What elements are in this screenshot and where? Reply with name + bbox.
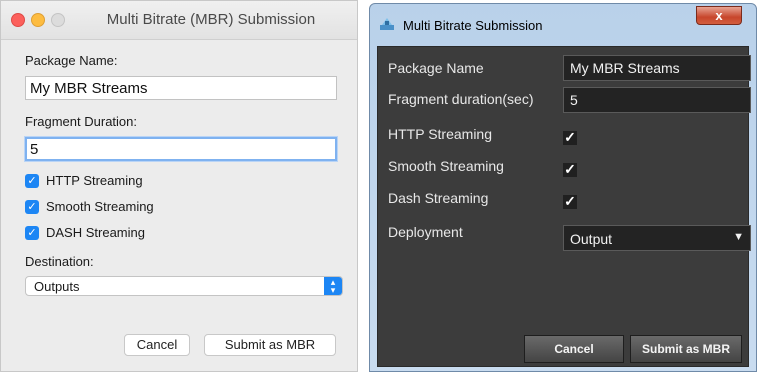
cancel-button[interactable]: Cancel xyxy=(524,335,624,363)
app-icon xyxy=(380,18,394,30)
http-streaming-label: HTTP Streaming xyxy=(388,126,492,142)
window-title: Multi Bitrate Submission xyxy=(403,18,543,33)
fragment-duration-input[interactable]: 5 xyxy=(563,87,751,113)
package-name-label: Package Name xyxy=(388,60,484,76)
chevron-down-icon: ▼ xyxy=(733,231,744,243)
destination-selected-value: Outputs xyxy=(34,279,80,294)
deployment-label: Deployment xyxy=(388,224,463,240)
checkbox-label: HTTP Streaming xyxy=(46,173,143,188)
window-title: Multi Bitrate (MBR) Submission xyxy=(106,11,316,28)
destination-select[interactable]: Outputs ▴ ▾ xyxy=(25,276,343,296)
fragment-duration-label: Fragment Duration: xyxy=(25,114,137,129)
http-streaming-checkbox[interactable]: ✓ xyxy=(563,130,577,145)
cancel-button[interactable]: Cancel xyxy=(124,334,190,356)
fragment-duration-input[interactable]: 5 xyxy=(25,137,337,161)
package-name-label: Package Name: xyxy=(25,53,118,68)
submit-as-mbr-button[interactable]: Submit as MBR xyxy=(630,335,742,363)
checkbox-check-icon: ✓ xyxy=(25,226,39,240)
windows-submission-dialog: Multi Bitrate Submission x Package Name … xyxy=(369,3,757,372)
smooth-streaming-checkbox[interactable]: ✓ xyxy=(563,162,577,177)
fragment-duration-label: Fragment duration(sec) xyxy=(388,91,534,107)
package-name-input[interactable]: My MBR Streams xyxy=(563,55,751,81)
dash-streaming-label: Dash Streaming xyxy=(388,190,489,206)
checkbox-check-icon: ✓ xyxy=(25,174,39,188)
deployment-select[interactable]: Output ▼ xyxy=(563,225,751,251)
mac-submission-dialog: Multi Bitrate (MBR) Submission Package N… xyxy=(0,0,358,372)
deployment-selected-value: Output xyxy=(570,231,613,247)
smooth-streaming-label: Smooth Streaming xyxy=(388,158,504,174)
mac-titlebar: Multi Bitrate (MBR) Submission xyxy=(1,1,357,40)
zoom-window-button[interactable] xyxy=(51,13,65,27)
checkbox-label: Smooth Streaming xyxy=(46,199,154,214)
dash-streaming-checkbox[interactable]: ✓ xyxy=(563,194,577,209)
package-name-input[interactable]: My MBR Streams xyxy=(25,76,337,100)
minimize-window-button[interactable] xyxy=(31,13,45,27)
chevron-up-down-icon: ▴ ▾ xyxy=(324,277,342,295)
close-icon[interactable]: x xyxy=(696,6,742,25)
destination-label: Destination: xyxy=(25,254,94,269)
submit-as-mbr-button[interactable]: Submit as MBR xyxy=(204,334,336,356)
close-window-button[interactable] xyxy=(11,13,25,27)
dialog-content: Package Name My MBR Streams Fragment dur… xyxy=(377,46,751,367)
checkbox-check-icon: ✓ xyxy=(25,200,39,214)
checkbox-label: DASH Streaming xyxy=(46,225,145,240)
